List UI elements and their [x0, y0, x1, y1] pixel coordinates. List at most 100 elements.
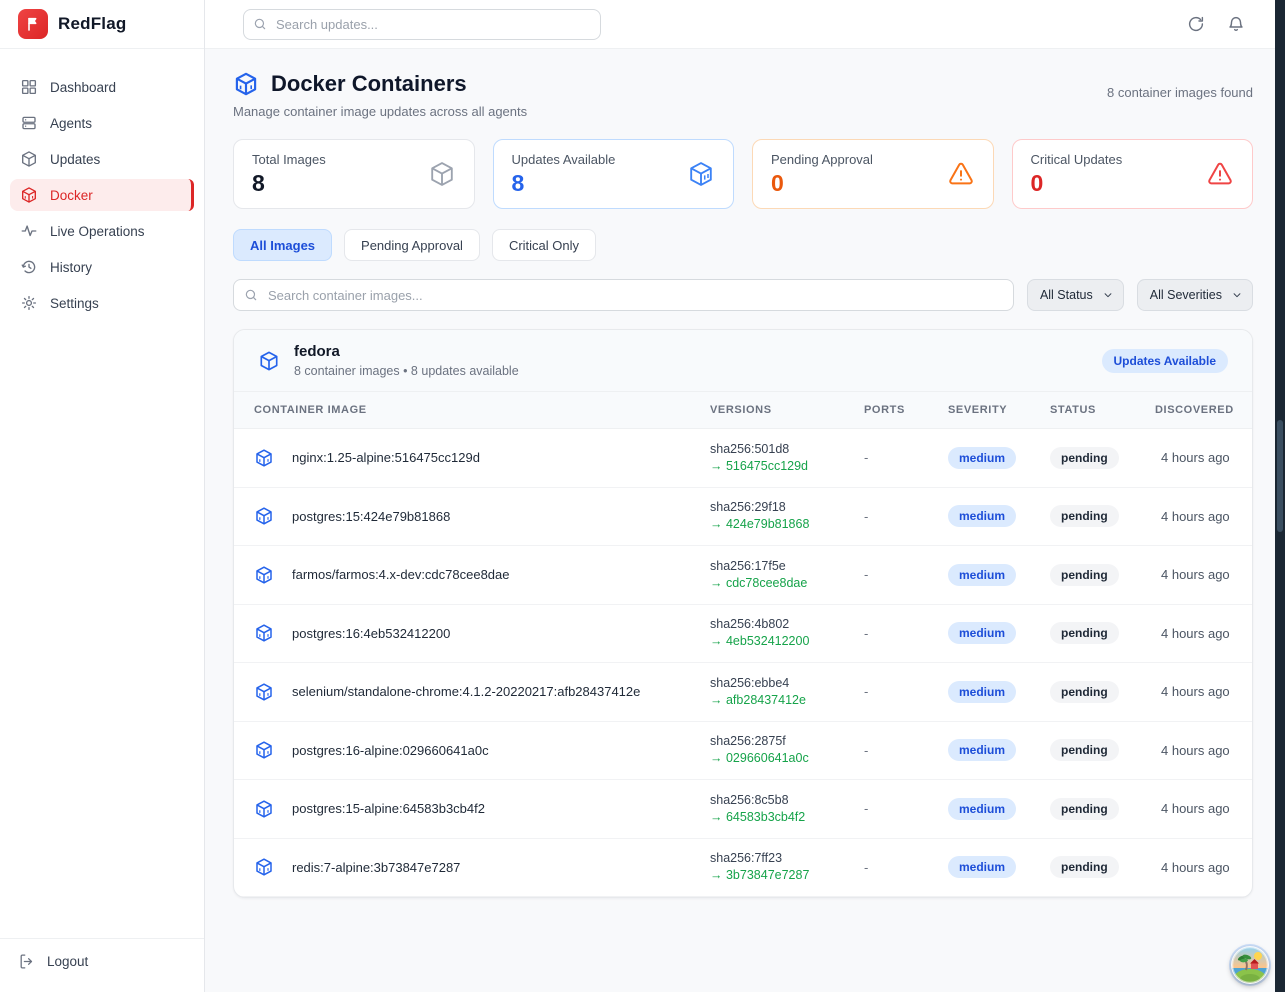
arrow-icon: → [710, 634, 723, 648]
agents-icon [20, 114, 38, 132]
stat-label: Pending Approval [771, 152, 873, 167]
tab-critical-only[interactable]: Critical Only [492, 229, 596, 261]
versions-cell: sha256:8c5b8 → 64583b3cb4f2 [710, 792, 864, 826]
container-images-card: fedora 8 container images • 8 updates av… [233, 329, 1253, 898]
warning-triangle-icon [947, 160, 975, 188]
global-search [243, 9, 601, 40]
severity-badge: medium [948, 447, 1016, 469]
container-image-cell: selenium/standalone-chrome:4.1.2-2022021… [254, 682, 710, 702]
dashboard-icon [20, 78, 38, 96]
image-name: postgres:16-alpine:029660641a0c [292, 743, 489, 758]
severity-badge: medium [948, 798, 1016, 820]
status-cell: pending [1050, 622, 1155, 644]
table-row[interactable]: farmos/farmos:4.x-dev:cdc78cee8dae sha25… [234, 546, 1252, 605]
table-body: nginx:1.25-alpine:516475cc129d sha256:50… [234, 429, 1252, 897]
status-cell: pending [1050, 564, 1155, 586]
sidebar-item-docker[interactable]: Docker [10, 179, 194, 211]
current-version: sha256:8c5b8 [710, 792, 864, 809]
sidebar: RedFlag Dashboard Agents Updates Docker … [0, 0, 205, 992]
container-icon [254, 740, 274, 760]
bell-icon[interactable] [1227, 15, 1245, 33]
discovered-cell: 4 hours ago [1155, 567, 1252, 582]
status-badge: pending [1050, 622, 1119, 644]
current-version: sha256:4b802 [710, 616, 864, 633]
table-row[interactable]: postgres:16:4eb532412200 sha256:4b802 → … [234, 605, 1252, 664]
image-name: postgres:15-alpine:64583b3cb4f2 [292, 801, 485, 816]
tab-all-images[interactable]: All Images [233, 229, 332, 261]
table-row[interactable]: selenium/standalone-chrome:4.1.2-2022021… [234, 663, 1252, 722]
docker-containers-icon [233, 71, 259, 97]
sidebar-item-label: Agents [50, 116, 92, 131]
severity-badge: medium [948, 622, 1016, 644]
stat-card-total-images: Total Images 8 [233, 139, 475, 209]
status-badge: pending [1050, 798, 1119, 820]
image-search-input[interactable] [233, 279, 1014, 311]
stats-row: Total Images 8 Updates Available 8 Pendi… [233, 139, 1253, 209]
updates-available-badge: Updates Available [1102, 349, 1228, 373]
refresh-icon[interactable] [1187, 15, 1205, 33]
ports-cell: - [864, 450, 948, 465]
new-version: → cdc78cee8dae [710, 575, 864, 592]
ports-cell: - [864, 743, 948, 758]
image-search [233, 279, 1014, 311]
table-row[interactable]: postgres:15-alpine:64583b3cb4f2 sha256:8… [234, 780, 1252, 839]
search-icon [253, 17, 267, 31]
severity-cell: medium [948, 447, 1050, 469]
new-version-value: 64583b3cb4f2 [726, 810, 805, 824]
filter-row: All Status All Severities [233, 279, 1253, 311]
group-header-fedora[interactable]: fedora 8 container images • 8 updates av… [234, 330, 1252, 392]
stat-card-pending-approval: Pending Approval 0 [752, 139, 994, 209]
versions-cell: sha256:17f5e → cdc78cee8dae [710, 558, 864, 592]
stat-label: Critical Updates [1031, 152, 1123, 167]
new-version-value: cdc78cee8dae [726, 576, 807, 590]
severity-filter-select[interactable]: All Severities [1137, 279, 1253, 311]
table-row[interactable]: nginx:1.25-alpine:516475cc129d sha256:50… [234, 429, 1252, 488]
container-image-cell: nginx:1.25-alpine:516475cc129d [254, 448, 710, 468]
severity-cell: medium [948, 856, 1050, 878]
ports-cell: - [864, 684, 948, 699]
island-widget-button[interactable] [1231, 946, 1269, 984]
table-row[interactable]: redis:7-alpine:3b73847e7287 sha256:7ff23… [234, 839, 1252, 898]
sidebar-item-dashboard[interactable]: Dashboard [10, 71, 194, 103]
status-filter-select[interactable]: All Status [1027, 279, 1124, 311]
table-row[interactable]: postgres:16-alpine:029660641a0c sha256:2… [234, 722, 1252, 781]
ports-cell: - [864, 626, 948, 641]
group-name: fedora [294, 343, 519, 360]
status-cell: pending [1050, 681, 1155, 703]
new-version-value: 4eb532412200 [726, 634, 809, 648]
logout-button[interactable]: Logout [18, 953, 186, 970]
package-icon [428, 160, 456, 188]
container-image-cell: farmos/farmos:4.x-dev:cdc78cee8dae [254, 565, 710, 585]
global-search-input[interactable] [243, 9, 601, 40]
table-row[interactable]: postgres:15:424e79b81868 sha256:29f18 → … [234, 488, 1252, 547]
image-name: farmos/farmos:4.x-dev:cdc78cee8dae [292, 567, 510, 582]
page-header: Docker Containers Manage container image… [233, 71, 1253, 119]
severity-filter-value: All Severities [1150, 288, 1222, 302]
main-content: Docker Containers Manage container image… [205, 49, 1275, 992]
flag-icon [25, 16, 41, 32]
stat-label: Total Images [252, 152, 326, 167]
new-version: → afb28437412e [710, 692, 864, 709]
container-icon [687, 160, 715, 188]
new-version: → 029660641a0c [710, 750, 864, 767]
new-version-value: 516475cc129d [726, 459, 808, 473]
new-version: → 3b73847e7287 [710, 867, 864, 884]
sidebar-item-history[interactable]: History [10, 251, 194, 283]
image-name: nginx:1.25-alpine:516475cc129d [292, 450, 480, 465]
ports-cell: - [864, 801, 948, 816]
scrollbar-thumb[interactable] [1277, 420, 1283, 532]
severity-badge: medium [948, 505, 1016, 527]
discovered-cell: 4 hours ago [1155, 860, 1252, 875]
sidebar-item-live-operations[interactable]: Live Operations [10, 215, 194, 247]
status-badge: pending [1050, 856, 1119, 878]
arrow-icon: → [710, 868, 723, 882]
severity-badge: medium [948, 739, 1016, 761]
page-scrollbar[interactable] [1275, 0, 1285, 992]
sidebar-item-updates[interactable]: Updates [10, 143, 194, 175]
sidebar-item-label: Docker [50, 188, 93, 203]
column-header-status: Status [1050, 404, 1155, 416]
sidebar-item-settings[interactable]: Settings [10, 287, 194, 319]
gear-icon [20, 294, 38, 312]
sidebar-item-agents[interactable]: Agents [10, 107, 194, 139]
tab-pending-approval[interactable]: Pending Approval [344, 229, 480, 261]
